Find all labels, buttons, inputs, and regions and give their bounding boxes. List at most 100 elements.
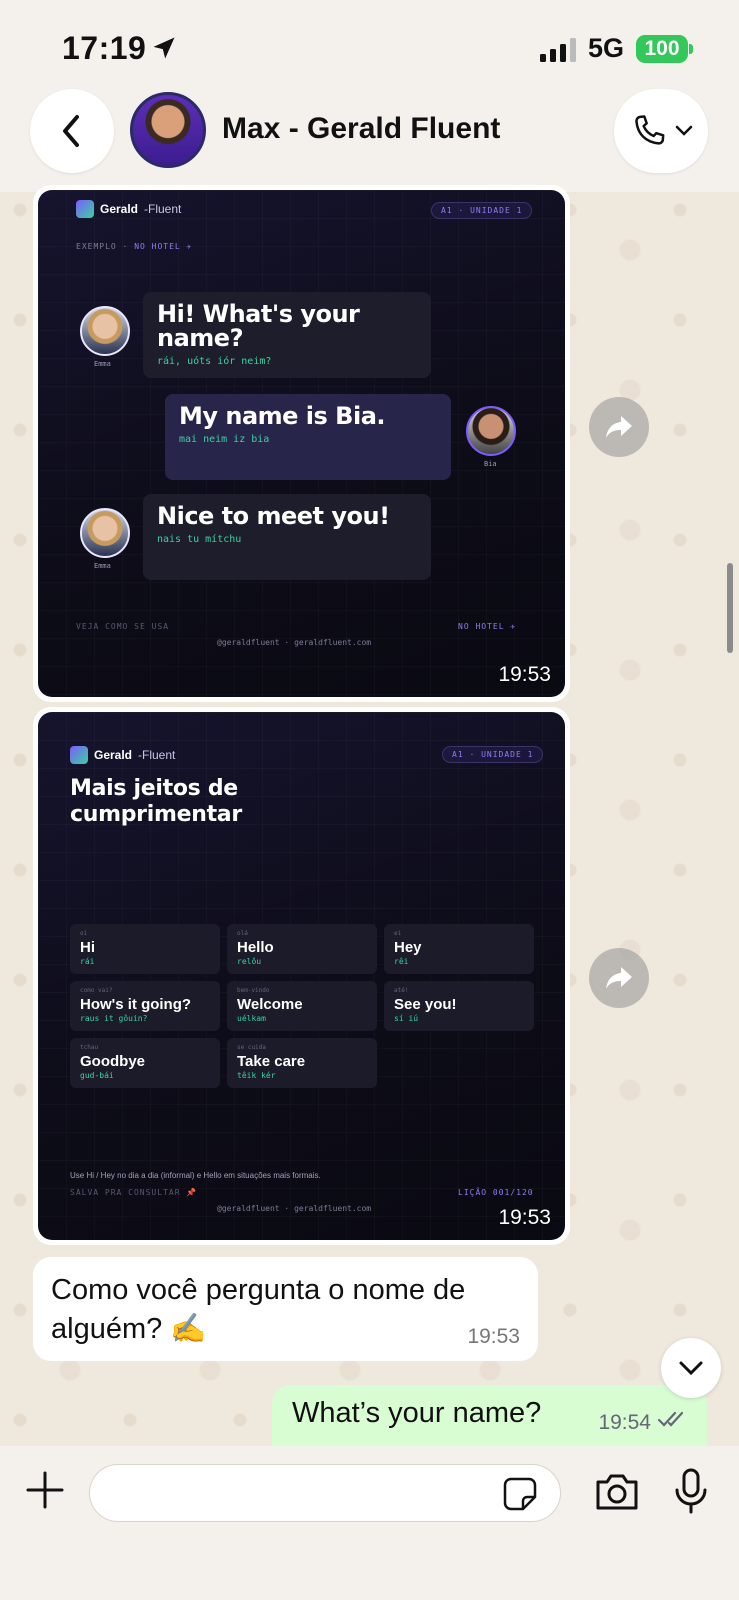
image-message[interactable]: Gerald -Fluent A1 · UNIDADE 1 Mais jeitos… [33, 707, 570, 1245]
chevron-left-icon [63, 115, 79, 147]
forward-button[interactable] [589, 948, 649, 1008]
phrase-tile: bem-vindo Welcome uélkam [227, 981, 377, 1031]
tile-word: How's it going? [80, 996, 192, 1013]
outgoing-message[interactable]: What’s your name? 19:54 [272, 1385, 707, 1451]
speaker-name: Emma [94, 562, 111, 570]
phrase-tile: olá Hello relôu [227, 924, 377, 974]
dialogue-phonetic: nais tu mítchu [157, 534, 242, 545]
phone-icon [635, 115, 665, 145]
message-time: 19:53 [498, 663, 551, 686]
card-title-line: Mais jeitos de [70, 776, 238, 801]
chat-header: Max - Gerald Fluent [0, 80, 739, 192]
tile-word: Welcome [237, 996, 303, 1013]
lesson-card-dialogue[interactable]: Gerald -Fluent A1 · UNIDADE 1 EXEMPLO · N… [38, 190, 565, 697]
social-handle: @geraldfluent · geraldfluent.com [217, 1204, 372, 1213]
tile-translation: se cuida [237, 1044, 266, 1051]
tile-translation: bem-vindo [237, 987, 270, 994]
context-label: EXEMPLO · NO HOTEL ✈ [76, 242, 192, 251]
microphone-icon[interactable] [674, 1468, 708, 1514]
brand-logo: Gerald -Fluent [76, 200, 181, 218]
tile-phonetic: uélkam [237, 1014, 266, 1023]
scrollbar[interactable] [727, 563, 733, 653]
network-type: 5G [588, 33, 625, 63]
tile-word: Take care [237, 1053, 306, 1070]
forward-arrow-icon [606, 967, 632, 989]
lesson-card-greetings[interactable]: Gerald -Fluent A1 · UNIDADE 1 Mais jeitos… [38, 712, 565, 1240]
tile-translation: até! [394, 987, 409, 994]
level-badge: A1 · UNIDADE 1 [431, 202, 533, 219]
gerald-fluent-logo-icon [70, 746, 88, 764]
message-input[interactable] [89, 1464, 561, 1522]
context-label-text: EXEMPLO · [76, 242, 129, 251]
tile-translation: oi [80, 930, 88, 937]
status-bar: 17:19 5G 100 [0, 0, 739, 90]
read-receipt-icon [657, 1411, 684, 1427]
location-arrow-icon [153, 37, 175, 59]
speaker-avatar-emma [80, 508, 130, 558]
incoming-message[interactable]: Como você pergunta o nome de alguém? ✍️ … [33, 1257, 538, 1361]
lesson-counter: LIÇÃO 001/120 [458, 1188, 534, 1197]
tile-translation: como vai? [80, 987, 113, 994]
footer-left: VEJA COMO SE USA [76, 622, 170, 631]
dialogue-text: Nice to meet you! [157, 502, 390, 530]
tile-word: Goodbye [80, 1053, 146, 1070]
card-title: Mais jeitos de cumprimentar [70, 776, 242, 828]
message-time: 19:54 [598, 1411, 651, 1434]
footer-right: NO HOTEL ✈ [458, 622, 517, 631]
speaker-name: Emma [94, 360, 111, 368]
brand-suffix: -Fluent [144, 202, 182, 216]
tile-phonetic: rêi [394, 957, 409, 966]
dialogue-text: My name is Bia. [179, 402, 386, 430]
tile-phonetic: relôu [237, 957, 262, 966]
tile-word: See you! [394, 996, 457, 1013]
speaker-avatar-emma [80, 306, 130, 356]
speaker-name: Bia [484, 460, 497, 468]
scroll-to-bottom-button[interactable] [661, 1338, 721, 1398]
image-message[interactable]: Gerald -Fluent A1 · UNIDADE 1 EXEMPLO · N… [33, 185, 570, 702]
brand-name: Gerald [94, 748, 133, 762]
sticker-icon[interactable] [503, 1477, 537, 1511]
call-button[interactable] [614, 89, 708, 173]
message-time: 19:53 [467, 1325, 520, 1348]
brand-name: Gerald [100, 202, 139, 216]
tile-word: Hey [394, 939, 422, 956]
tile-translation: olá [237, 930, 248, 937]
tile-translation: tchau [80, 1044, 99, 1051]
level-badge: A1 · UNIDADE 1 [442, 746, 544, 763]
tile-phonetic: rái [80, 957, 95, 966]
status-time: 17:19 [62, 30, 147, 66]
contact-name[interactable]: Max - Gerald Fluent [222, 112, 500, 146]
tile-phonetic: raus it gôuin? [80, 1014, 148, 1023]
brand-logo: Gerald -Fluent [70, 746, 175, 764]
dialogue-bubble: My name is Bia. mai neim iz bia [165, 394, 451, 480]
tile-phonetic: gud-bái [80, 1071, 114, 1080]
message-time: 19:53 [498, 1206, 551, 1229]
dialogue-phonetic: rái, uóts iór neim? [157, 356, 272, 367]
forward-button[interactable] [589, 397, 649, 457]
gerald-fluent-logo-icon [76, 200, 94, 218]
brand-suffix: -Fluent [138, 748, 176, 762]
card-title-line: cumprimentar [70, 802, 242, 827]
dialogue-bubble: Nice to meet you! nais tu mítchu [143, 494, 431, 580]
dialogue-text: Hi! What's your name? [157, 300, 360, 352]
phrase-tile: como vai? How's it going? raus it gôuin? [70, 981, 220, 1031]
speaker-avatar-bia [466, 406, 516, 456]
tile-phonetic: têik kér [237, 1071, 276, 1080]
composer-bar [0, 1446, 739, 1600]
dialogue-phonetic: mai neim iz bia [179, 434, 270, 445]
camera-icon[interactable] [594, 1472, 640, 1512]
back-button[interactable] [30, 89, 114, 173]
phrase-tile: oi Hi rái [70, 924, 220, 974]
message-text: Como você pergunta o nome de alguém? ✍️ [51, 1274, 466, 1345]
tile-word: Hi [80, 939, 95, 956]
chevron-down-icon [675, 125, 693, 136]
battery-indicator: 100 [636, 35, 688, 63]
context-place: NO HOTEL ✈ [134, 242, 193, 251]
tile-translation: ei [394, 930, 402, 937]
tile-phonetic: sí iú [394, 1014, 419, 1023]
tile-word: Hello [237, 939, 274, 956]
plus-icon[interactable] [25, 1470, 65, 1510]
dialogue-bubble: Hi! What's your name? rái, uóts iór neim… [143, 292, 431, 378]
battery-nub [689, 44, 693, 54]
contact-avatar[interactable] [130, 92, 206, 168]
